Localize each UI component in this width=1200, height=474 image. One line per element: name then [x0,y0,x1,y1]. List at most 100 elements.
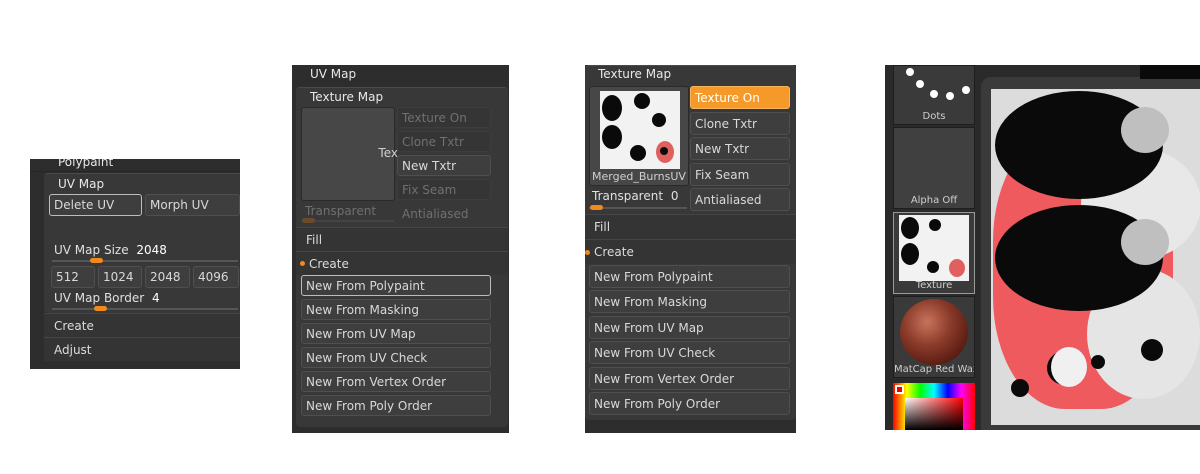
adjust-subpalette[interactable]: Adjust [44,337,240,361]
uv-canvas[interactable] [991,89,1200,425]
alpha-off-tile[interactable]: Alpha Off [893,127,975,209]
create-subpalette[interactable]: Create [296,251,508,275]
uv-shape [929,219,941,231]
viewport-and-palette: Dots Alpha Off Texture MatCap Red Wax [885,65,1200,430]
new-from-polypaint-button[interactable]: New From Polypaint [589,265,790,288]
antialiased-button[interactable]: Antialiased [690,188,790,211]
dot-icon [946,92,954,100]
new-from-poly-order-button[interactable]: New From Poly Order [589,392,790,415]
texture-map-title[interactable]: Texture Map [598,67,671,81]
uv-shape [949,259,965,277]
transparent-track [302,220,394,222]
uv-map-border-slider[interactable]: UV Map Border 4 [54,291,160,305]
texture-thumbnail-empty[interactable]: Tex [301,107,398,201]
texture-tile-image [899,215,969,281]
dots-stroke-tile[interactable]: Dots [893,65,975,125]
dot-icon [906,68,914,76]
uv-map-size-track [52,260,238,262]
uv-map-border-track [52,308,238,310]
clone-txtr-button[interactable]: Clone Txtr [397,131,491,152]
uv-shape [602,95,622,121]
uv-map-panel: Polypaint UV Map Delete UV Morph UV UV M… [30,159,240,369]
fill-label: Fill [594,220,611,234]
new-from-polypaint-button[interactable]: New From Polypaint [301,275,491,296]
new-txtr-button[interactable]: New Txtr [397,155,491,176]
antialiased-button[interactable]: Antialiased [397,203,491,224]
new-from-masking-button[interactable]: New From Masking [301,299,491,320]
fill-subpalette[interactable]: Fill [585,214,796,239]
alpha-off-label: Alpha Off [910,195,958,206]
matcap-label: MatCap Red Wax [894,364,974,375]
divider [30,171,240,172]
color-picker-marker[interactable] [895,385,904,394]
uv-shape [901,243,919,265]
texture-map-title[interactable]: Texture Map [310,90,383,104]
transparent-knob[interactable] [302,218,315,223]
uv-map-title[interactable]: UV Map [58,177,104,191]
uv-shape [1011,379,1029,397]
new-from-uv-map-button[interactable]: New From UV Map [589,316,790,339]
size-512-button[interactable]: 512 [51,266,95,288]
create-subpalette[interactable]: Create [44,313,240,337]
matcap-tile[interactable]: MatCap Red Wax [893,296,975,378]
uv-map-border-knob[interactable] [94,306,107,311]
uv-map-border-value: 4 [152,291,160,305]
size-2048-button[interactable]: 2048 [145,266,190,288]
dot-icon [930,90,938,98]
new-from-poly-order-button[interactable]: New From Poly Order [301,395,491,416]
uv-shape [630,145,646,161]
fix-seam-button[interactable]: Fix Seam [690,163,790,186]
uv-shape [652,113,666,127]
uv-map-size-slider[interactable]: UV Map Size 2048 [54,243,167,257]
new-from-uv-check-button[interactable]: New From UV Check [589,341,790,364]
transparent-value: 0 [670,189,679,203]
new-txtr-button[interactable]: New Txtr [690,137,790,160]
new-from-vertex-order-button[interactable]: New From Vertex Order [301,371,491,392]
texture-thumbnail[interactable]: Merged_BurnsUV [589,86,689,186]
uv-map-size-knob[interactable] [90,258,103,263]
color-picker-sv-square[interactable] [905,398,963,430]
uv-map-texture-panel-empty: UV Map Texture Map Tex Texture On Clone … [292,65,509,433]
size-4096-button[interactable]: 4096 [193,266,239,288]
texture-name: Merged_BurnsUV [592,170,686,183]
uv-map-size-value: 2048 [136,243,167,257]
transparent-label: Transparent [592,189,664,203]
uv-shape [1051,347,1087,387]
polypaint-header[interactable]: Polypaint [58,159,113,169]
dot-icon [962,86,970,94]
transparent-slider-label[interactable]: Transparent [305,204,376,218]
new-from-uv-map-button[interactable]: New From UV Map [301,323,491,344]
size-1024-button[interactable]: 1024 [98,266,142,288]
create-label: Create [309,256,349,271]
clone-txtr-button[interactable]: Clone Txtr [690,112,790,135]
viewport[interactable] [981,65,1200,430]
fill-subpalette[interactable]: Fill [296,227,508,251]
uv-shape [660,147,668,155]
transparent-track [589,207,687,209]
transparent-knob[interactable] [590,205,603,210]
uv-shape [1121,219,1169,265]
uv-shape [901,217,919,239]
expanded-dot-icon [300,261,305,266]
create-subpalette[interactable]: Create [585,239,796,264]
delete-uv-button[interactable]: Delete UV [49,194,142,216]
expanded-dot-icon [585,249,590,255]
uv-map-header[interactable]: UV Map [310,67,356,81]
texture-on-button[interactable]: Texture On [397,107,491,128]
morph-uv-button[interactable]: Morph UV [145,194,240,216]
texture-tile[interactable]: Texture [893,212,975,294]
viewport-dark-edge [1140,65,1200,79]
fill-label: Fill [306,232,323,247]
new-from-vertex-order-button[interactable]: New From Vertex Order [589,367,790,390]
dot-icon [916,80,924,88]
texture-on-button[interactable]: Texture On [690,86,790,109]
transparent-slider[interactable]: Transparent 0 [592,189,679,203]
new-from-masking-button[interactable]: New From Masking [589,290,790,313]
texture-thumbnail-text: Tex [378,146,398,160]
texture-label: Texture [915,280,953,291]
create-label: Create [594,245,634,259]
new-from-uv-check-button[interactable]: New From UV Check [301,347,491,368]
uv-shape [1121,107,1169,153]
uv-shape [1091,355,1105,369]
fix-seam-button[interactable]: Fix Seam [397,179,491,200]
